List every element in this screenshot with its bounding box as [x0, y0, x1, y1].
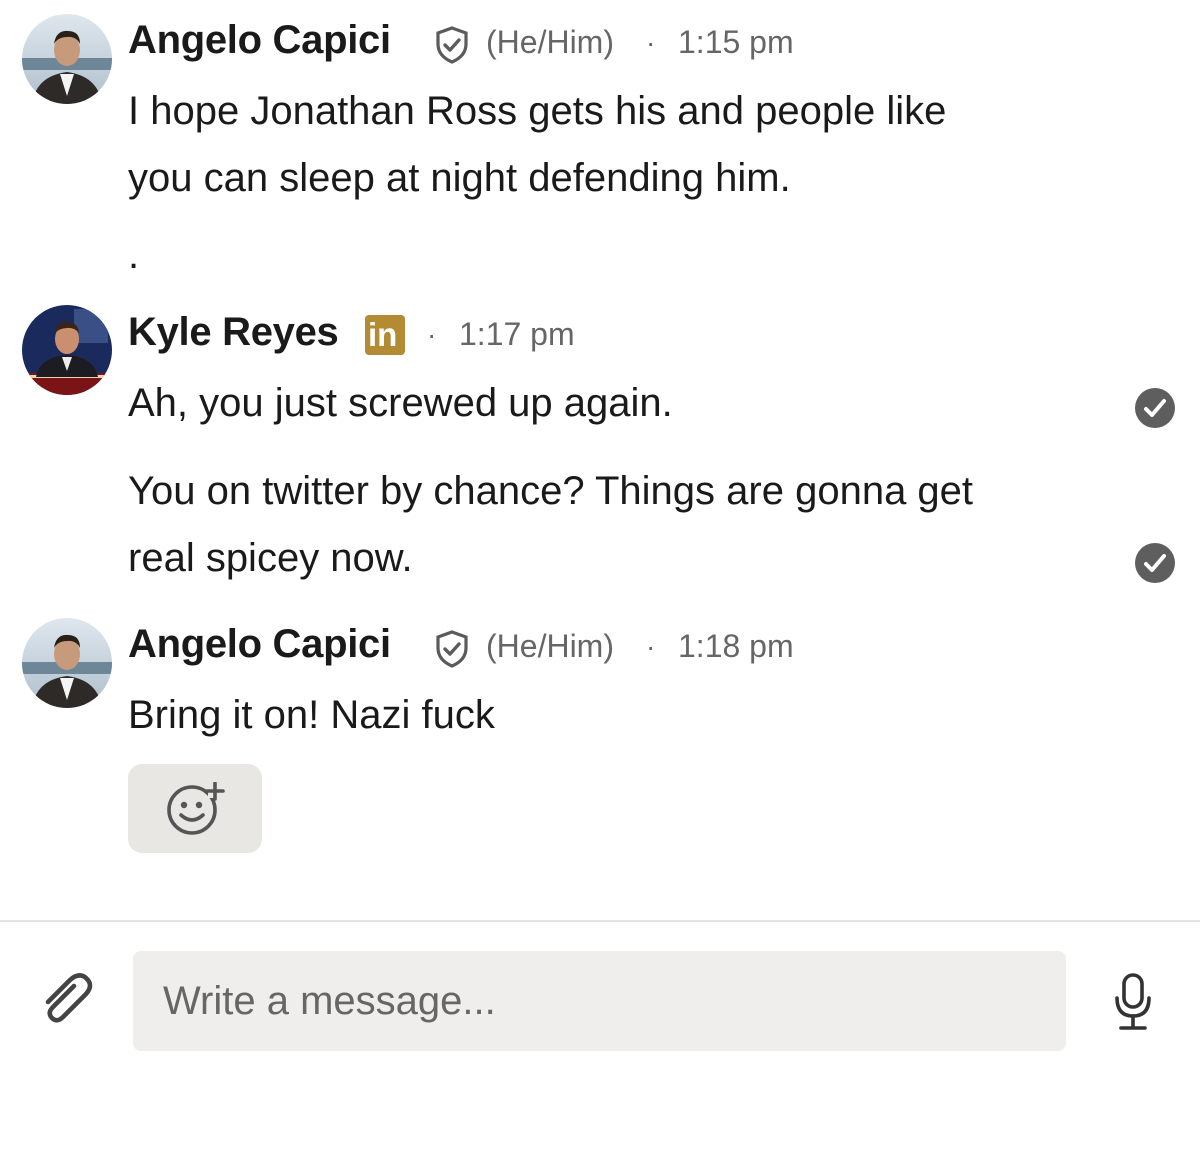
message-line: you can sleep at night defending him. [128, 156, 791, 200]
paperclip-icon [45, 973, 93, 1023]
timestamp: 1:17 pm [459, 316, 575, 352]
separator-dot: · [427, 319, 437, 350]
sender-name[interactable]: Angelo Capici [128, 18, 391, 63]
attach-button[interactable] [34, 968, 98, 1035]
avatar-angelo-capici[interactable] [22, 14, 112, 104]
read-check-icon [1135, 388, 1175, 428]
add-reaction-button[interactable] [128, 764, 262, 853]
message-line: real spicey now. [128, 536, 413, 580]
divider [0, 920, 1200, 922]
message-input[interactable] [133, 951, 1066, 1051]
pronouns: (He/Him) [486, 628, 614, 664]
message-line: . [128, 233, 140, 277]
avatar-kyle-reyes[interactable] [22, 305, 112, 395]
verified-shield-icon [436, 26, 468, 64]
message-line: I hope Jonathan Ross gets his and people… [128, 89, 947, 133]
separator-dot: · [646, 27, 656, 58]
sender-name[interactable]: Angelo Capici [128, 622, 391, 667]
separator-dot: · [646, 631, 656, 662]
message-line: Bring it on! Nazi fuck [128, 693, 495, 737]
voice-message-button[interactable] [1111, 972, 1155, 1035]
message-line: You on twitter by chance? Things are gon… [128, 469, 974, 513]
message-composer[interactable] [133, 951, 1066, 1051]
microphone-icon [1115, 973, 1151, 1030]
timestamp: 1:15 pm [678, 24, 794, 60]
linkedin-premium-icon: in [365, 315, 405, 355]
message-line: Ah, you just screwed up again. [128, 381, 673, 425]
read-check-icon [1135, 543, 1175, 583]
timestamp: 1:18 pm [678, 628, 794, 664]
verified-shield-icon [436, 630, 468, 668]
avatar-angelo-capici[interactable] [22, 618, 112, 708]
pronouns: (He/Him) [486, 24, 614, 60]
sender-name[interactable]: Kyle Reyes [128, 310, 339, 355]
add-reaction-icon [167, 782, 225, 835]
linkedin-badge-text: in [368, 316, 398, 353]
